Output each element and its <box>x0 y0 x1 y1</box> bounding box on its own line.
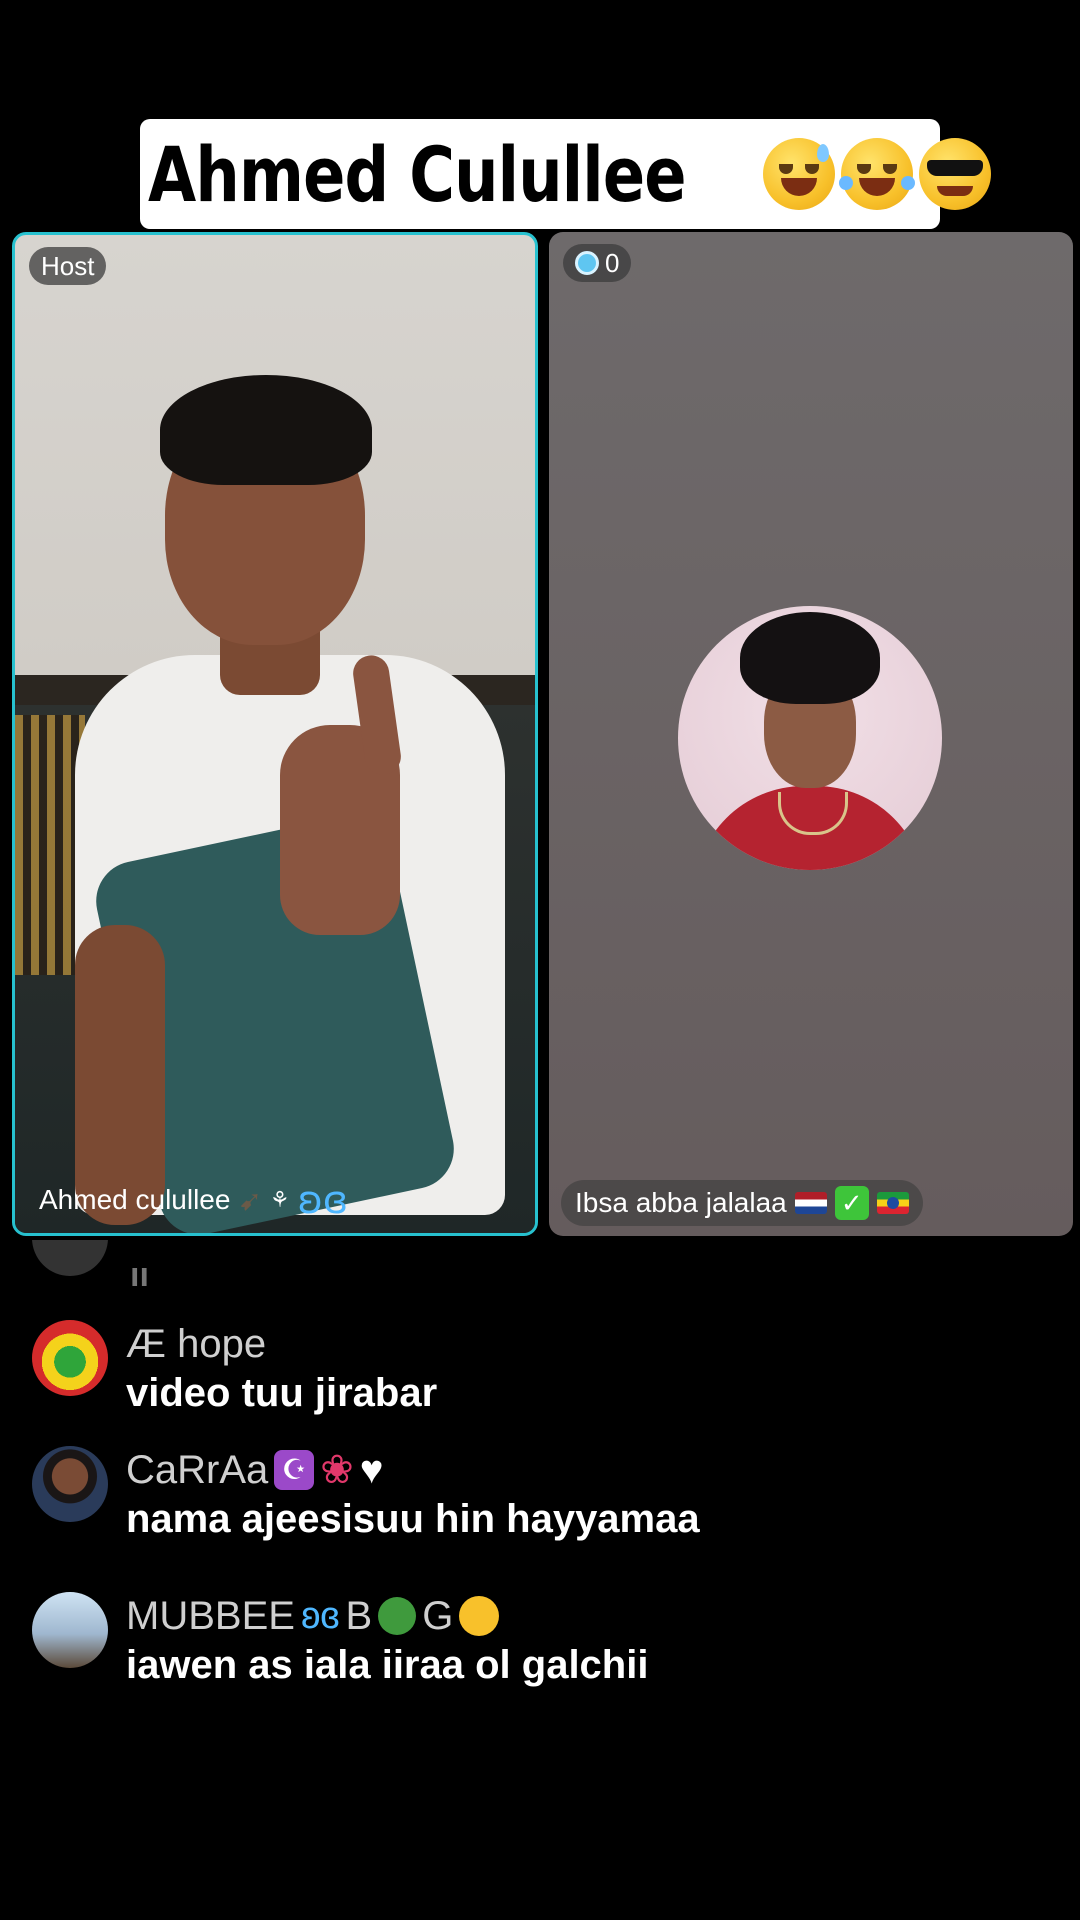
rose-icon: ⚘ <box>269 1187 290 1213</box>
comment-item[interactable]: CaRrAa ☪ ❀ ♥ nama ajeesisuu hin hayyamaa <box>32 1446 700 1544</box>
tree-icon <box>378 1597 417 1635</box>
crescent-star-icon: ☪ <box>274 1450 315 1490</box>
grinning-sweat-icon <box>762 138 835 210</box>
comment-item[interactable]: MUBBEE ʚɞ B G iawen as iala iiraa ol gal… <box>32 1592 648 1690</box>
comment-username: CaRrAa <box>126 1448 269 1492</box>
comment-username-row[interactable]: MUBBEE ʚɞ B G <box>126 1592 648 1640</box>
tulip-icon: ❀ <box>320 1448 354 1492</box>
butterfly-icon: ʚɞ <box>297 1178 349 1222</box>
comment-text: nama ajeesisuu hin hayyamaa <box>126 1497 700 1541</box>
cut-off-comment: ıı <box>130 1256 149 1294</box>
title-banner: Ahmed Culullee <box>140 119 991 229</box>
kiss-icon <box>459 1596 500 1636</box>
host-video-panel[interactable]: Host Ahmed culullee ➹ ⚘ ʚɞ <box>12 232 538 1236</box>
guest-name: Ibsa abba jalalaa <box>575 1187 787 1218</box>
white-heart-icon: ♥ <box>359 1448 384 1492</box>
eagle-icon: ➹ <box>238 1183 262 1217</box>
butterfly-icon: ʚɞ <box>300 1595 340 1637</box>
tears-of-joy-icon <box>838 138 915 210</box>
guest-avatar[interactable] <box>678 606 942 870</box>
comment-item[interactable]: Æ hope video tuu jirabar <box>32 1320 437 1418</box>
comment-username-part: B <box>345 1594 373 1638</box>
comment-text: iawen as iala iiraa ol galchii <box>126 1643 649 1687</box>
guest-coin-count: 0 <box>605 247 620 278</box>
check-mark-icon: ✓ <box>834 1186 869 1220</box>
comment-username[interactable]: Æ hope <box>126 1320 437 1368</box>
big-ben-avatar[interactable] <box>32 1592 108 1668</box>
host-video-feed <box>15 235 535 1233</box>
ethiopia-flag-icon <box>876 1192 909 1214</box>
host-badge-label: Host <box>41 250 95 281</box>
host-name-tag[interactable]: Ahmed culullee ➹ ⚘ ʚɞ <box>25 1177 362 1223</box>
title-emojis <box>762 138 991 210</box>
comment-username-row[interactable]: CaRrAa ☪ ❀ ♥ <box>126 1446 700 1494</box>
cut-off-avatar <box>32 1240 108 1276</box>
comment-text: video tuu jirabar <box>126 1371 438 1415</box>
comment-username-part: G <box>422 1594 454 1638</box>
person-avatar[interactable] <box>32 1446 108 1522</box>
host-name: Ahmed culullee <box>39 1184 231 1215</box>
host-badge: Host <box>29 247 107 285</box>
live-comments-feed[interactable]: ıı Æ hope video tuu jirabar CaRrAa ☪ ❀ ♥… <box>0 1240 1080 1710</box>
guest-video-panel[interactable]: 0 Ibsa abba jalalaa ✓ <box>549 232 1073 1236</box>
sunglasses-icon <box>918 138 991 210</box>
guest-name-tag[interactable]: Ibsa abba jalalaa ✓ <box>561 1180 923 1226</box>
stream-title: Ahmed Culullee <box>148 129 687 219</box>
guest-coin-badge: 0 <box>563 244 632 282</box>
netherlands-flag-icon <box>794 1192 827 1214</box>
raised-fist-avatar[interactable] <box>32 1320 108 1396</box>
coin-icon <box>575 251 599 275</box>
comment-username: MUBBEE <box>126 1594 295 1638</box>
